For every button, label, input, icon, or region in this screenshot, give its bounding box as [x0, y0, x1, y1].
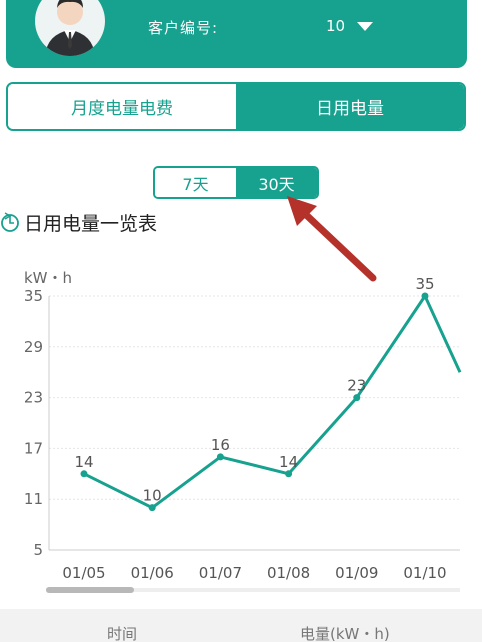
section-title: 日用电量一览表 [24, 213, 158, 235]
data-point [216, 453, 224, 461]
data-point [285, 470, 293, 478]
page: 客户编号: 10 月度电量电费 日用电量 7天 30天 日用电量一览表 kW・h… [0, 0, 482, 642]
data-point [421, 292, 429, 300]
clock-24-icon [1, 211, 19, 232]
caret-down-icon[interactable] [357, 22, 373, 31]
usage-table-header: 时间 电量(kW・h) [0, 609, 482, 642]
x-tick-label: 01/09 [335, 564, 378, 582]
x-tick-label: 01/06 [131, 564, 174, 582]
account-number-label: 客户编号: [148, 19, 219, 37]
data-label: 14 [279, 453, 298, 471]
user-avatar-icon [35, 0, 105, 56]
series-line [83, 294, 462, 510]
y-tick-label: 17 [24, 439, 43, 457]
daily-usage-line-chart: kW・h 5 11 17 23 29 35 01/05 01/06 01/07 01/08 01/… [24, 269, 462, 582]
data-point [148, 504, 156, 512]
data-label: 35 [415, 275, 434, 293]
y-tick-label: 29 [24, 338, 43, 356]
column-header-time: 时间 [107, 625, 138, 642]
range-7-days-button[interactable]: 7天 [155, 168, 236, 197]
x-tick-label: 01/05 [62, 564, 105, 582]
section-header: 日用电量一览表 [0, 209, 157, 236]
tab-daily-usage[interactable]: 日用电量 [236, 84, 464, 129]
main-tab-bar: 月度电量电费 日用电量 [6, 82, 466, 131]
x-tick-label: 01/08 [267, 564, 310, 582]
y-axis-unit-label: kW・h [24, 269, 72, 287]
chart-scroll-thumb[interactable] [46, 587, 134, 593]
data-label: 14 [74, 453, 93, 471]
y-tick-label: 35 [24, 287, 43, 305]
column-header-usage: 电量(kW・h) [300, 625, 390, 642]
y-tick-label: 23 [24, 389, 43, 407]
data-point [353, 394, 361, 402]
y-tick-label: 5 [33, 541, 43, 559]
data-point [80, 470, 88, 478]
account-number-value[interactable]: 10 [326, 17, 345, 35]
data-label: 23 [347, 377, 366, 395]
data-label: 16 [211, 436, 230, 454]
y-tick-label: 11 [24, 490, 43, 508]
tab-monthly-usage-fee[interactable]: 月度电量电费 [8, 84, 236, 129]
x-tick-label: 01/07 [199, 564, 242, 582]
x-tick-label: 01/10 [403, 564, 446, 582]
account-header-card: 客户编号: 10 [6, 0, 467, 68]
data-label: 10 [143, 487, 162, 505]
